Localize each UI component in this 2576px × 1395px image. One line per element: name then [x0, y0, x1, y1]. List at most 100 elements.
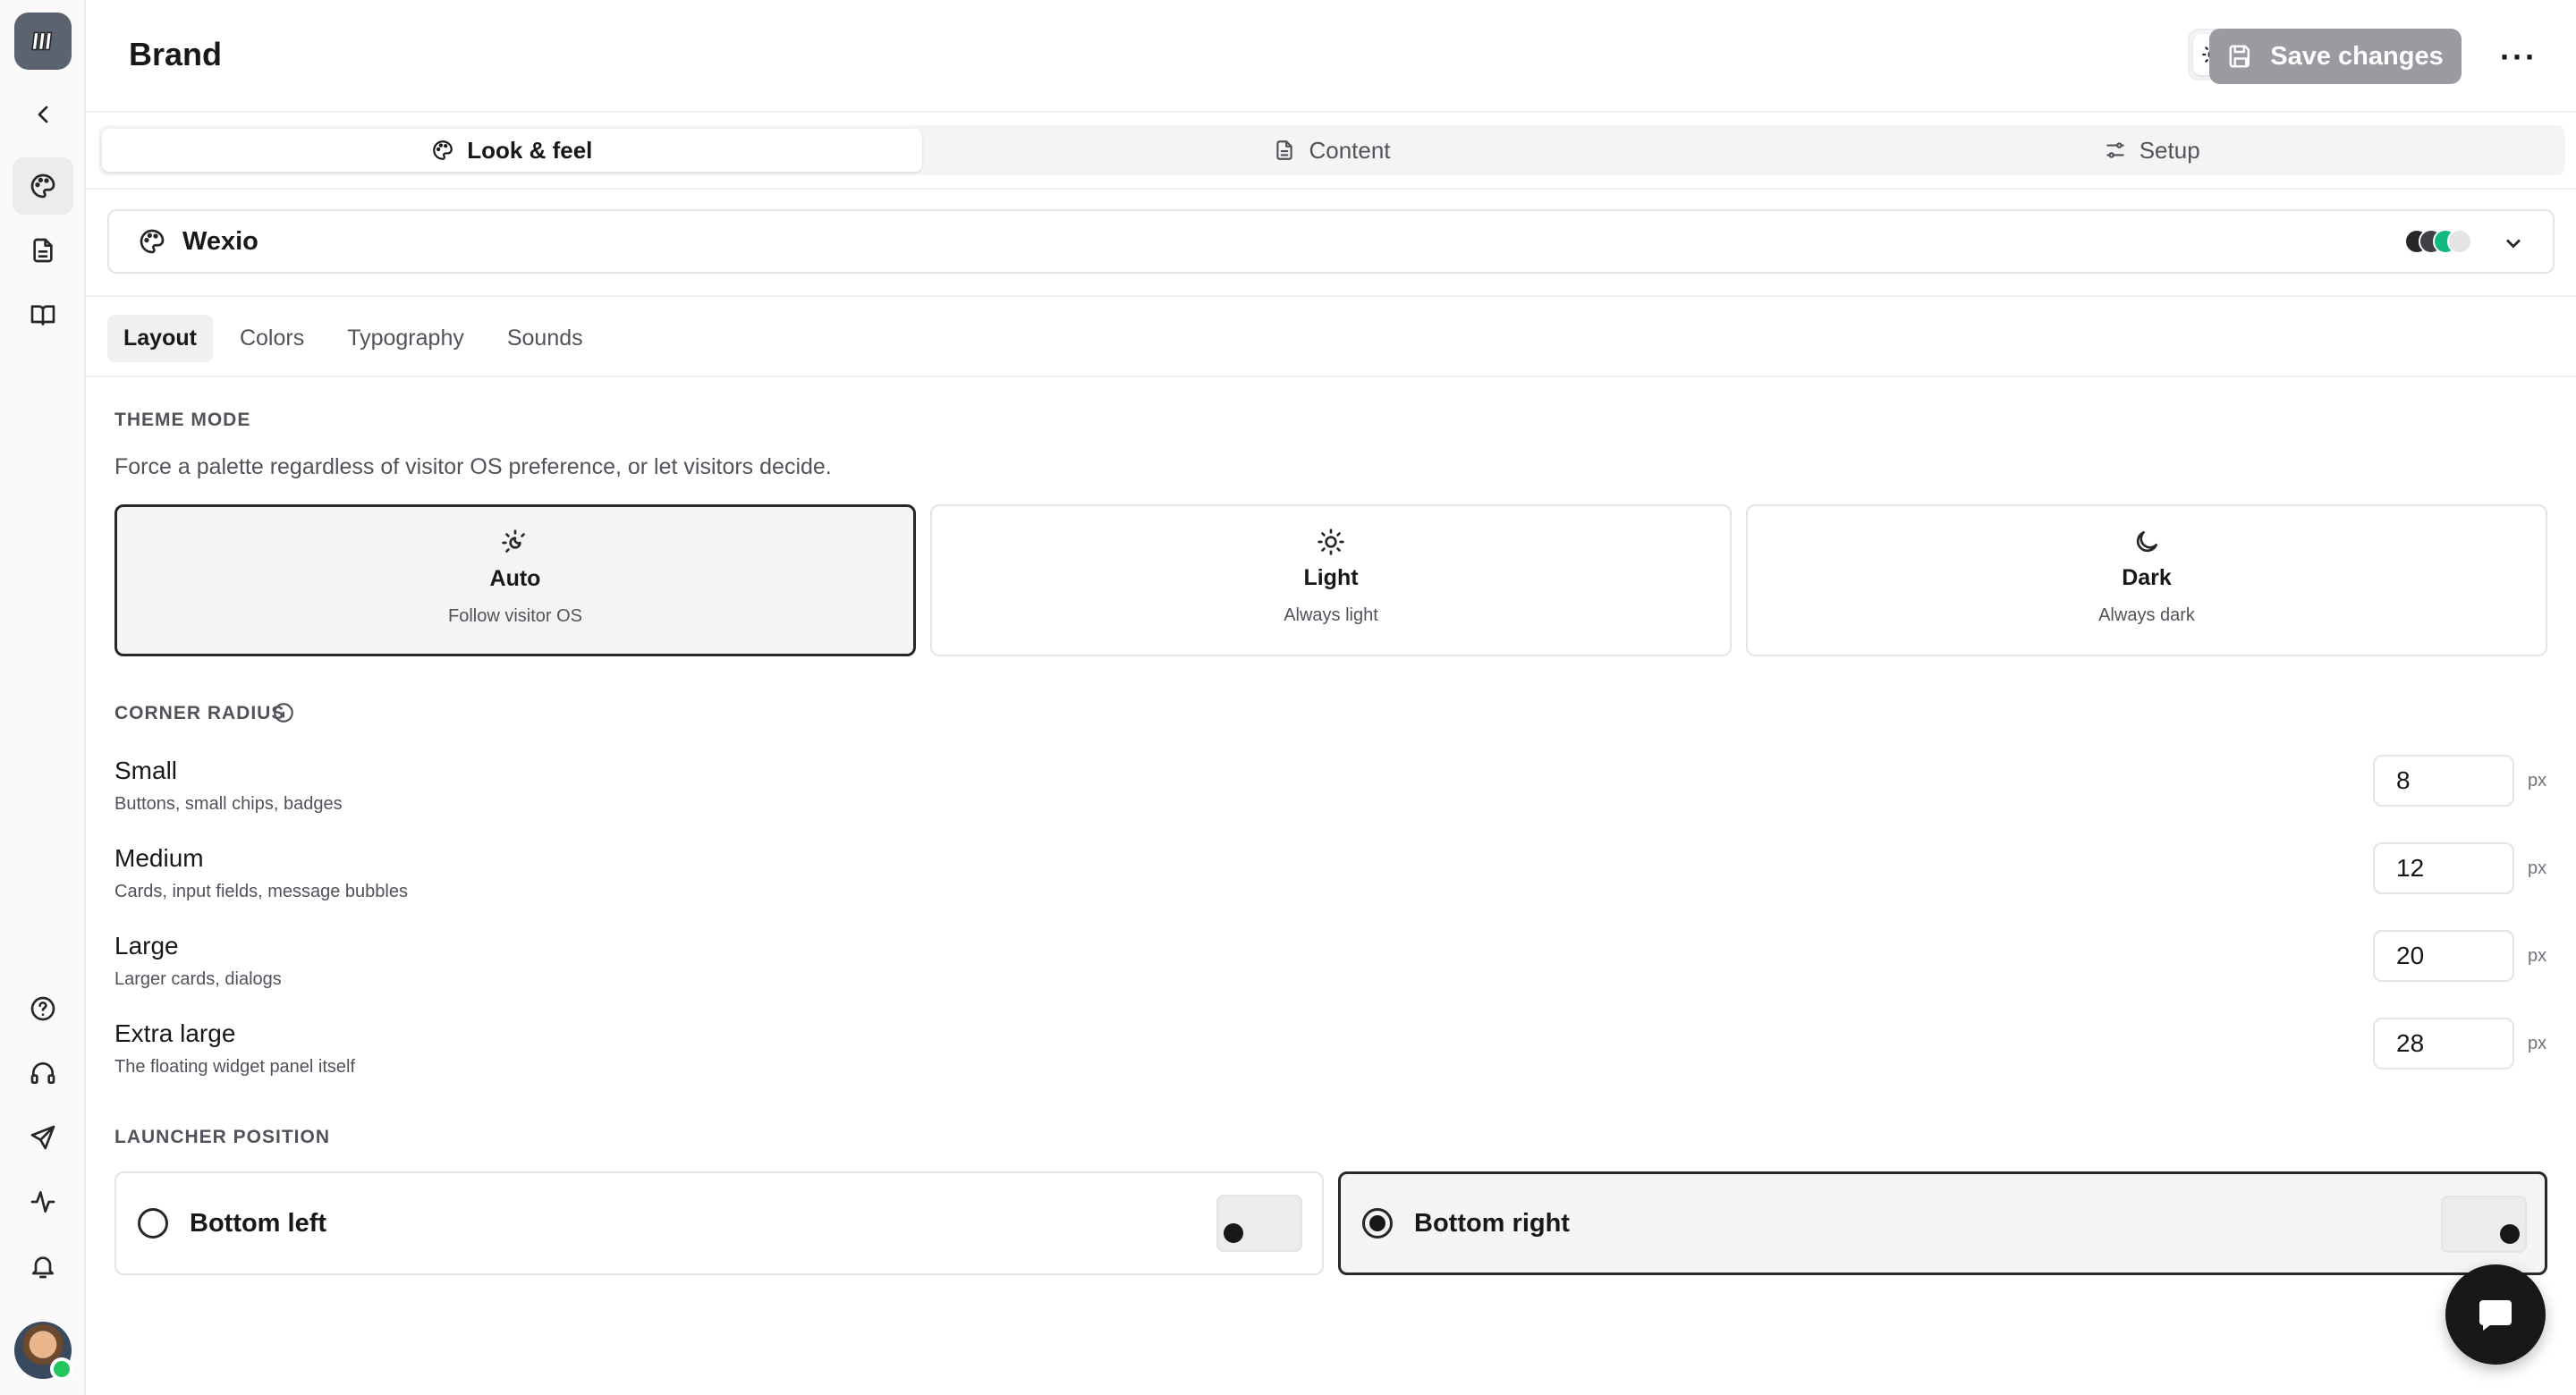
- nav-brand[interactable]: [13, 157, 73, 215]
- document-icon: [1276, 140, 1293, 160]
- option-subtitle: Always light: [1284, 605, 1378, 625]
- chat-launcher-button[interactable]: [2445, 1264, 2546, 1365]
- nav-activity[interactable]: [21, 1180, 64, 1223]
- swatch: [2447, 229, 2472, 254]
- radius-large-input[interactable]: 20: [2373, 930, 2514, 982]
- radius-sublabel: Buttons, small chips, badges: [114, 794, 343, 814]
- subtab-colors[interactable]: Colors: [224, 315, 320, 362]
- option-title: Light: [1303, 565, 1359, 590]
- theme-mode-description: Force a palette regardless of visitor OS…: [114, 454, 832, 479]
- divider: [86, 376, 2576, 377]
- more-options-button[interactable]: ···: [2497, 38, 2540, 75]
- theme-option-light[interactable]: Light Always light: [930, 504, 1732, 656]
- moon-icon: [2136, 531, 2157, 553]
- tab-setup[interactable]: Setup: [1741, 129, 2562, 172]
- page-title: Brand: [129, 36, 223, 72]
- radius-label: Medium: [114, 844, 204, 872]
- launcher-preview: [1216, 1195, 1302, 1252]
- nav-knowledge[interactable]: [21, 293, 64, 336]
- save-changes-label: Save changes: [2270, 41, 2444, 71]
- palette-selector[interactable]: Wexio: [107, 209, 2555, 274]
- app-logo[interactable]: [14, 13, 72, 70]
- theme-option-dark[interactable]: Dark Always dark: [1746, 504, 2547, 656]
- send-icon: [30, 1125, 55, 1150]
- radius-row-extra-large: Extra large The floating widget panel it…: [114, 1018, 2558, 1091]
- radio-button[interactable]: [1362, 1208, 1393, 1239]
- help-icon: [30, 996, 55, 1021]
- collapse-sidebar-button[interactable]: [21, 93, 64, 136]
- palette-icon: [30, 173, 55, 199]
- option-title: Dark: [2122, 565, 2172, 590]
- radius-label: Large: [114, 932, 179, 960]
- tab-label: Look & feel: [467, 136, 593, 164]
- launcher-position-heading: LAUNCHER POSITION: [114, 1127, 331, 1147]
- page-header: Brand Save changes ···: [86, 0, 2576, 113]
- tab-label: Setup: [2139, 136, 2200, 164]
- document-icon: [33, 238, 53, 263]
- nav-notifications[interactable]: [21, 1245, 64, 1288]
- corner-radius-heading: CORNER RADIUS: [114, 703, 285, 723]
- unit-label: px: [2528, 946, 2547, 966]
- sun-icon: [1318, 528, 1344, 555]
- theme-mode-heading: THEME MODE: [114, 410, 251, 430]
- activity-icon: [30, 1191, 55, 1213]
- palette-icon: [140, 229, 165, 254]
- unit-label: px: [2528, 771, 2547, 790]
- launcher-label: Bottom right: [1414, 1208, 1570, 1238]
- radio-selected-dot: [1369, 1215, 1385, 1231]
- subtab-typography[interactable]: Typography: [331, 315, 480, 362]
- divider: [86, 295, 2576, 297]
- launcher-preview: [2441, 1196, 2527, 1253]
- palette-icon: [433, 140, 453, 160]
- info-icon[interactable]: [272, 701, 295, 724]
- launcher-option-bottom-right[interactable]: Bottom right: [1338, 1171, 2547, 1275]
- radius-medium-input[interactable]: 12: [2373, 842, 2514, 894]
- nav-documents[interactable]: [21, 229, 64, 272]
- nav-support[interactable]: [21, 1052, 64, 1095]
- tab-content[interactable]: Content: [922, 129, 1742, 172]
- radius-small-input[interactable]: 8: [2373, 755, 2514, 807]
- chevron-left-icon: [38, 106, 48, 123]
- radius-sublabel: Larger cards, dialogs: [114, 969, 282, 989]
- sliders-icon: [2106, 142, 2124, 158]
- more-dots-icon: ···: [2500, 38, 2538, 75]
- radius-label: Small: [114, 757, 178, 784]
- headset-icon: [30, 1062, 55, 1084]
- subtab-sounds[interactable]: Sounds: [491, 315, 599, 362]
- option-subtitle: Always dark: [2098, 605, 2195, 625]
- bell-icon: [32, 1256, 54, 1279]
- save-changes-button[interactable]: Save changes: [2209, 29, 2462, 84]
- nav-help[interactable]: [21, 987, 64, 1030]
- user-avatar[interactable]: [14, 1322, 73, 1381]
- theme-option-auto[interactable]: Auto Follow visitor OS: [114, 504, 916, 656]
- radius-row-medium: Medium Cards, input fields, message bubb…: [114, 842, 2558, 916]
- option-title: Auto: [489, 566, 541, 591]
- chevron-down-icon: [2506, 239, 2521, 249]
- radius-row-large: Large Larger cards, dialogs 20 px: [114, 930, 2558, 1003]
- launcher-label: Bottom left: [190, 1208, 327, 1238]
- radius-label: Extra large: [114, 1019, 236, 1047]
- option-subtitle: Follow visitor OS: [447, 606, 583, 626]
- book-icon: [30, 305, 55, 326]
- left-rail: [0, 0, 86, 1395]
- launcher-preview-dot: [2500, 1224, 2520, 1244]
- logo-icon: [31, 31, 53, 51]
- sub-tabs: Layout Colors Typography Sounds: [107, 315, 599, 362]
- save-icon: [2229, 45, 2250, 68]
- palette-swatches: [2404, 229, 2472, 256]
- launcher-preview-dot: [1224, 1223, 1243, 1243]
- tab-look-and-feel[interactable]: Look & feel: [102, 129, 922, 172]
- unit-label: px: [2528, 1034, 2547, 1053]
- radius-row-small: Small Buttons, small chips, badges 8 px: [114, 755, 2558, 828]
- unit-label: px: [2528, 858, 2547, 878]
- radio-button[interactable]: [138, 1208, 168, 1239]
- nav-send[interactable]: [21, 1116, 64, 1159]
- divider: [86, 188, 2576, 190]
- radius-extra-large-input[interactable]: 28: [2373, 1018, 2514, 1070]
- subtab-layout[interactable]: Layout: [107, 315, 213, 362]
- chat-bubble-icon: [2479, 1300, 2512, 1331]
- tab-label: Content: [1309, 136, 1391, 164]
- launcher-option-bottom-left[interactable]: Bottom left: [114, 1171, 1324, 1275]
- radius-sublabel: The floating widget panel itself: [114, 1057, 356, 1077]
- radius-sublabel: Cards, input fields, message bubbles: [114, 882, 408, 901]
